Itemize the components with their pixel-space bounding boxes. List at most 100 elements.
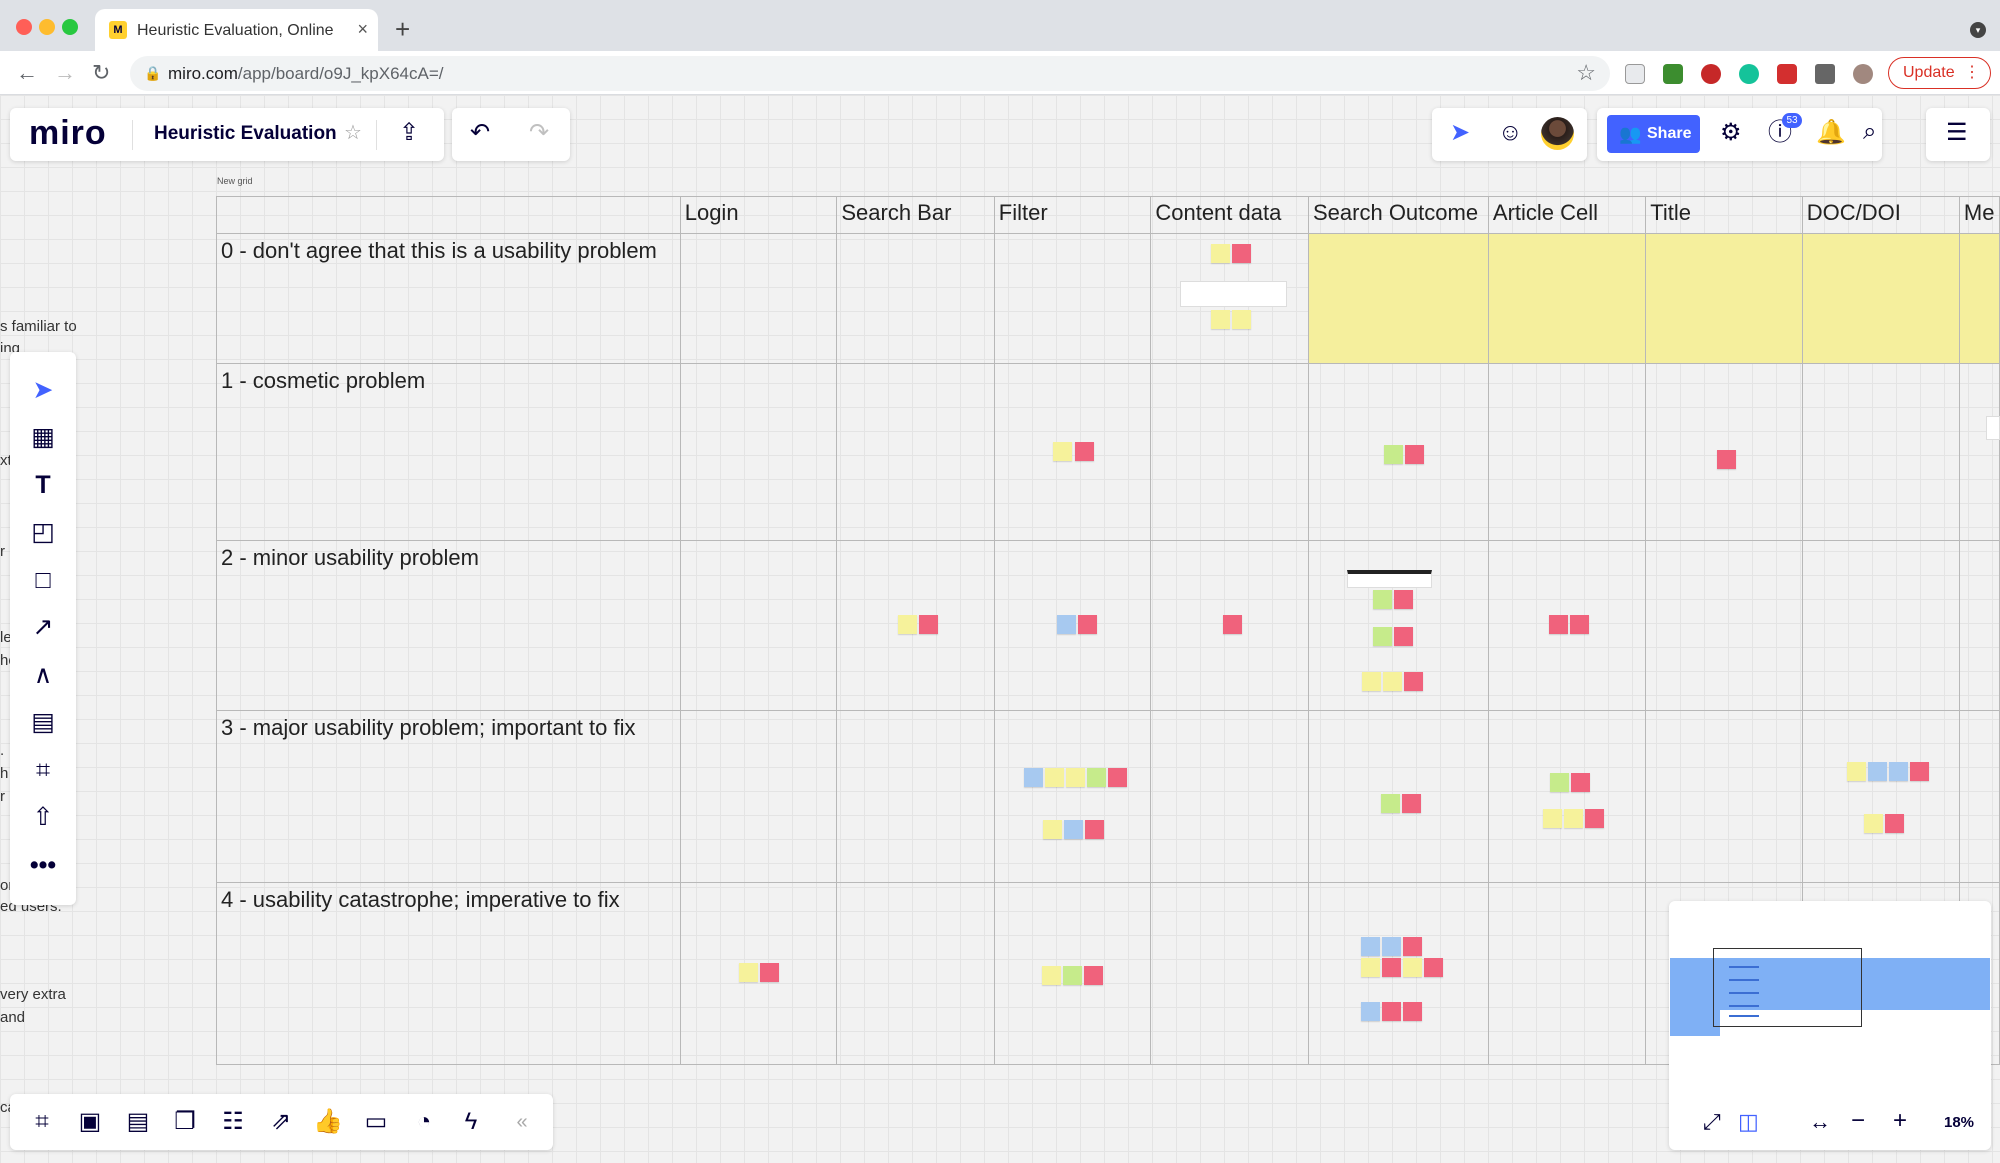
more-icon[interactable]: •••	[10, 845, 76, 885]
sticky-note[interactable]	[1424, 958, 1443, 977]
bookmark-star-icon[interactable]: ☆	[1576, 60, 1596, 86]
favorite-star-icon[interactable]: ☆	[344, 123, 362, 143]
board-title[interactable]: Heuristic Evaluation	[154, 123, 337, 145]
sticky-note[interactable]	[1382, 937, 1401, 956]
voting-icon[interactable]: 👍	[310, 1104, 346, 1140]
sticky-note[interactable]	[1868, 762, 1887, 781]
grid-cell[interactable]	[1801, 710, 1960, 883]
sticky-note[interactable]	[760, 963, 779, 982]
grid-cell[interactable]	[679, 363, 838, 541]
sticky-note[interactable]	[1373, 590, 1392, 609]
sticky-note[interactable]	[1063, 966, 1082, 985]
sticky-note[interactable]	[1211, 310, 1230, 329]
update-button[interactable]: Update ⋮	[1888, 57, 1991, 89]
image-card[interactable]	[1180, 281, 1287, 307]
board-list-icon[interactable]: ☰	[1946, 121, 1968, 145]
minimize-window-button[interactable]	[39, 19, 55, 35]
grid-cell[interactable]	[1645, 233, 1803, 364]
sticky-note[interactable]	[1564, 809, 1583, 828]
extensions-puzzle-icon[interactable]	[1815, 64, 1835, 84]
sticky-note[interactable]	[1394, 590, 1413, 609]
sticky-note[interactable]	[1043, 820, 1062, 839]
grid-cell[interactable]	[1958, 540, 2000, 711]
sticky-note[interactable]	[1549, 615, 1568, 634]
upload-icon[interactable]: ⇧	[10, 797, 76, 837]
redo-icon[interactable]: ↷	[529, 121, 549, 145]
grid-cell[interactable]	[836, 233, 995, 364]
image-card[interactable]	[1986, 416, 2000, 440]
sticky-note[interactable]	[1232, 244, 1251, 263]
sticky-note[interactable]	[1405, 445, 1424, 464]
sticky-note[interactable]	[1211, 244, 1230, 263]
sticky-note[interactable]	[1403, 958, 1422, 977]
connector-icon[interactable]: ↗	[10, 607, 76, 647]
sticky-note[interactable]	[1361, 958, 1380, 977]
sticky-note[interactable]	[1910, 762, 1929, 781]
close-window-button[interactable]	[16, 19, 32, 35]
grid-cell[interactable]	[1150, 363, 1309, 541]
grid-cell[interactable]	[1645, 540, 1803, 711]
url-field[interactable]: 🔒 miro.com/app/board/o9J_kpX64cA=/ ☆	[130, 56, 1610, 91]
sticky-note[interactable]	[1384, 445, 1403, 464]
collapse-icon[interactable]: «	[504, 1104, 540, 1140]
grid-cell[interactable]	[1308, 233, 1489, 364]
add-collaborator-icon[interactable]: ☺	[1498, 121, 1523, 145]
sticky-note[interactable]	[1085, 820, 1104, 839]
sticky-note[interactable]	[1223, 615, 1242, 634]
grid-cell[interactable]	[836, 710, 995, 883]
sticky-note[interactable]	[1381, 794, 1400, 813]
grid-cell[interactable]	[1801, 233, 1960, 364]
sticky-note[interactable]	[1383, 672, 1402, 691]
sticky-note[interactable]	[1571, 773, 1590, 792]
browser-tab[interactable]: M Heuristic Evaluation, Online W ×	[95, 9, 378, 51]
profile-avatar[interactable]	[1853, 64, 1873, 84]
zoom-level[interactable]: 18%	[1944, 1114, 1974, 1131]
sticky-note[interactable]	[1585, 809, 1604, 828]
extension-grammarly-icon[interactable]	[1739, 64, 1759, 84]
extension-mendeley-icon[interactable]	[1777, 64, 1797, 84]
sticky-note[interactable]	[1361, 1002, 1380, 1021]
grid-cell[interactable]	[993, 233, 1152, 364]
sticky-note[interactable]	[1078, 615, 1097, 634]
grid-cell[interactable]	[1958, 710, 2000, 883]
sticky-note[interactable]	[1075, 442, 1094, 461]
share-button[interactable]: 👥 Share	[1607, 115, 1700, 153]
miro-logo[interactable]: miro	[29, 114, 107, 153]
sticky-note[interactable]	[1394, 627, 1413, 646]
user-avatar[interactable]	[1541, 117, 1574, 150]
sticky-note[interactable]	[739, 963, 758, 982]
sticky-note[interactable]	[1404, 672, 1423, 691]
grid-cell[interactable]	[993, 363, 1152, 541]
zoom-in-icon[interactable]: +	[1893, 1109, 1907, 1133]
grid-cell[interactable]	[1645, 710, 1803, 883]
export-icon[interactable]: ⇪	[399, 121, 419, 145]
sticky-note[interactable]	[1550, 773, 1569, 792]
zoom-out-icon[interactable]: −	[1851, 1109, 1865, 1133]
sticky-note[interactable]	[1864, 814, 1883, 833]
frame-icon[interactable]: ⌗	[10, 750, 76, 790]
image-card[interactable]	[1347, 570, 1432, 588]
video-call-icon[interactable]: ▭	[358, 1104, 394, 1140]
grid-cell[interactable]	[679, 882, 838, 1065]
grid-cell[interactable]	[1150, 710, 1309, 883]
sticky-note[interactable]	[1064, 820, 1083, 839]
forward-icon[interactable]: →	[54, 60, 76, 86]
undo-icon[interactable]: ↶	[470, 121, 490, 145]
grid-cell[interactable]	[836, 882, 995, 1065]
sticky-note[interactable]	[1403, 937, 1422, 956]
settings-sliders-icon[interactable]: ⚙	[1720, 121, 1742, 145]
frames-icon[interactable]: ⌗	[24, 1104, 60, 1140]
grid-cell[interactable]	[993, 710, 1152, 883]
sticky-note-icon[interactable]: ◰	[10, 512, 76, 552]
grid-cell[interactable]	[1487, 882, 1647, 1065]
shape-icon[interactable]: □	[10, 560, 76, 600]
maximize-window-button[interactable]	[62, 19, 78, 35]
grid-cell[interactable]	[679, 233, 838, 364]
lightning-icon[interactable]: ϟ	[453, 1104, 489, 1140]
reload-icon[interactable]: ↻	[92, 60, 110, 86]
sticky-note[interactable]	[1570, 615, 1589, 634]
sticky-note[interactable]	[1362, 672, 1381, 691]
sticky-note[interactable]	[1053, 442, 1072, 461]
presentation-icon[interactable]: ▣	[72, 1104, 108, 1140]
fit-width-icon[interactable]: ↔	[1809, 1111, 1831, 1133]
